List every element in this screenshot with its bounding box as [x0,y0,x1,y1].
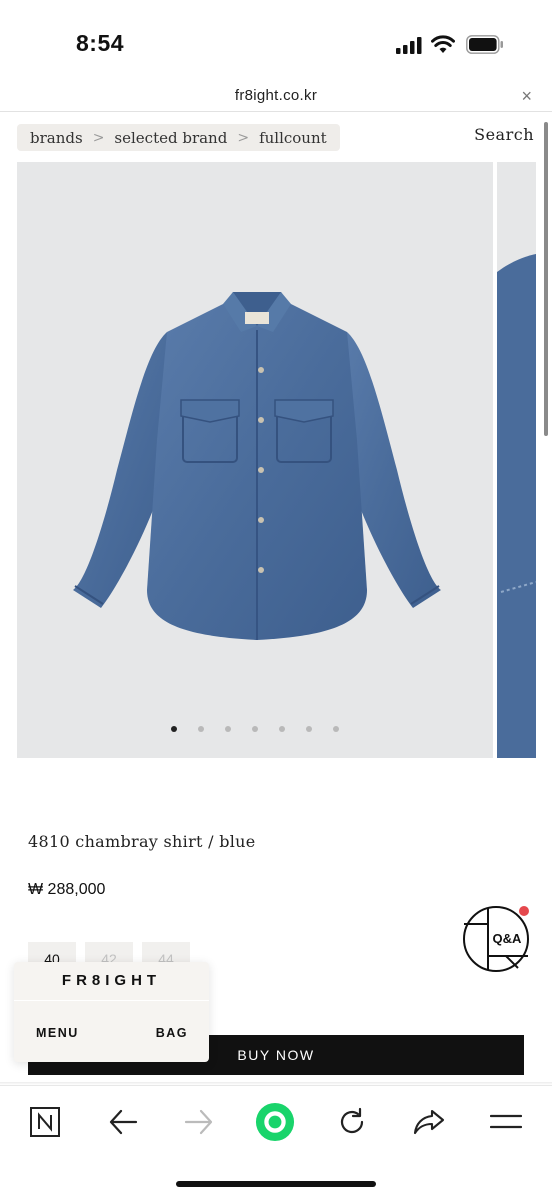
product-price: ₩ 288,000 [28,881,106,898]
wifi-icon [431,35,455,53]
carousel-dot[interactable] [171,726,177,732]
battery-icon [466,35,503,54]
close-icon[interactable]: × [521,86,532,107]
reload-icon[interactable] [332,1102,372,1142]
breadcrumb-item-brands[interactable]: brands [30,129,83,147]
product-name: 4810 chambray shirt / blue [28,832,256,851]
cellular-signal-icon [396,37,422,54]
menu-divider [14,1000,209,1001]
carousel-dot[interactable] [306,726,312,732]
shirt-icon [73,292,441,640]
qa-icon: Q&A [463,906,529,972]
menu-button[interactable]: MENU [36,1026,79,1040]
breadcrumb: brands > selected brand > fullcount [17,124,340,151]
qa-label: Q&A [493,931,523,946]
carousel-dot[interactable] [225,726,231,732]
back-arrow-icon[interactable] [103,1102,143,1142]
carousel-dots[interactable] [17,726,493,732]
brand-logo[interactable]: FR8IGHT [14,972,209,989]
scrollbar[interactable] [544,122,548,436]
hamburger-menu-icon[interactable] [486,1102,526,1142]
breadcrumb-item-fullcount[interactable]: fullcount [259,129,327,147]
breadcrumb-separator-icon: > [92,129,105,146]
url-bar[interactable]: fr8ight.co.kr × [0,84,552,112]
carousel-dot[interactable] [252,726,258,732]
carousel-dot[interactable] [333,726,339,732]
green-dot-icon[interactable] [255,1102,295,1142]
qa-button[interactable]: Q&A [462,906,532,972]
breadcrumb-item-selected-brand[interactable]: selected brand [114,129,227,147]
forward-arrow-icon[interactable] [179,1102,219,1142]
breadcrumb-separator-icon: > [237,129,250,146]
search-link[interactable]: Search [474,125,534,144]
status-time: 8:54 [76,30,125,56]
share-icon[interactable] [409,1102,449,1142]
bag-button[interactable]: BAG [156,1026,188,1040]
naver-home-icon[interactable] [25,1102,65,1142]
status-bar: 8:54 [0,0,552,84]
carousel-dot[interactable] [279,726,285,732]
carousel-dot[interactable] [198,726,204,732]
product-image-gallery[interactable] [17,162,493,758]
next-image-preview[interactable] [497,162,536,758]
notification-dot [519,906,529,916]
shirt-icon [497,254,536,758]
floating-menu: FR8IGHT MENU BAG [14,962,209,1062]
url-text[interactable]: fr8ight.co.kr [0,87,552,104]
home-indicator[interactable] [176,1181,376,1187]
